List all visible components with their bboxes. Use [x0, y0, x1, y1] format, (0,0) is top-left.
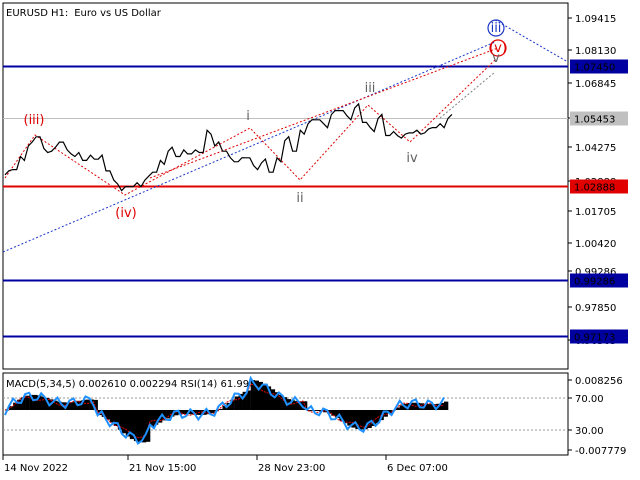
- timeframe: H1:: [51, 8, 68, 19]
- macd-histogram-bar: [315, 410, 320, 411]
- macd-histogram-bar: [33, 394, 38, 410]
- macd-histogram-bar: [270, 389, 276, 410]
- indicator-tick-label: 0.008256: [575, 376, 623, 387]
- wave-label-ii: ii: [296, 191, 303, 206]
- wave-label-iv-paren: (iv): [115, 206, 136, 221]
- macd-histogram-bar: [347, 410, 352, 426]
- indicator-tick-label: 30.00: [575, 426, 604, 437]
- level-0-99286-tag-text: 0.99286: [574, 277, 615, 288]
- level-1-02888-tag-text: 1.02888: [574, 183, 615, 194]
- level-1-07450-tag-text: 1.07450: [574, 63, 615, 74]
- price-tick-label: 0.97850: [575, 303, 616, 314]
- wave-label-i: i: [246, 109, 250, 124]
- indicator-tick-label: -0.007779: [575, 446, 626, 457]
- wave-label-iii: iii: [365, 81, 376, 96]
- chart-title: EURUSD H1: Euro vs US Dollar: [6, 8, 162, 19]
- price-tick-label: 1.08130: [575, 46, 616, 57]
- wave-label-v: v: [492, 51, 500, 66]
- macd-histogram-bar: [367, 410, 372, 428]
- level-0-97173-tag-text: 0.97173: [574, 333, 615, 344]
- time-tick-label: 14 Nov 2022: [4, 463, 68, 474]
- macd-histogram-bar: [262, 383, 267, 410]
- time-tick-label: 6 Dec 07:00: [387, 463, 448, 474]
- wave-label-iii-paren: (iii): [24, 113, 45, 128]
- macd-histogram-bar: [234, 396, 239, 410]
- price-tick-label: 1.06845: [575, 79, 616, 90]
- time-tick-label: 21 Nov 15:00: [129, 463, 196, 474]
- price-tick-label: 1.01705: [575, 207, 616, 218]
- price-tick-label: 1.00420: [575, 239, 616, 250]
- chart-area[interactable]: (iii)(iv)(v)iiiiiiiiiivv EURUSD H1: Euro v…: [0, 0, 640, 480]
- time-tick-label: 28 Nov 23:00: [258, 463, 325, 474]
- macd-histogram-bar: [121, 410, 127, 434]
- macd-histogram-bar: [25, 395, 30, 410]
- wave-label-iii-circled: iii: [491, 21, 502, 36]
- indicator-title: MACD(5,34,5) 0.002610 0.002294 RSI(14) 6…: [6, 379, 249, 390]
- macd-histogram-bar: [166, 410, 171, 419]
- symbol-description: Euro vs US Dollar: [74, 8, 162, 19]
- indicator-tick-label: 70.00: [575, 394, 604, 405]
- macd-histogram-bar: [427, 404, 433, 410]
- price-tick-label: 1.09415: [575, 14, 616, 25]
- macd-histogram-bar: [85, 399, 90, 410]
- macd-histogram-bar: [444, 401, 449, 410]
- current-price-tag-text: 1.05453: [574, 115, 615, 126]
- price-tick-label: 1.04275: [575, 143, 616, 154]
- macd-histogram-bar: [109, 410, 114, 423]
- wave-label-iv: iv: [406, 151, 418, 166]
- symbol: EURUSD: [6, 8, 48, 19]
